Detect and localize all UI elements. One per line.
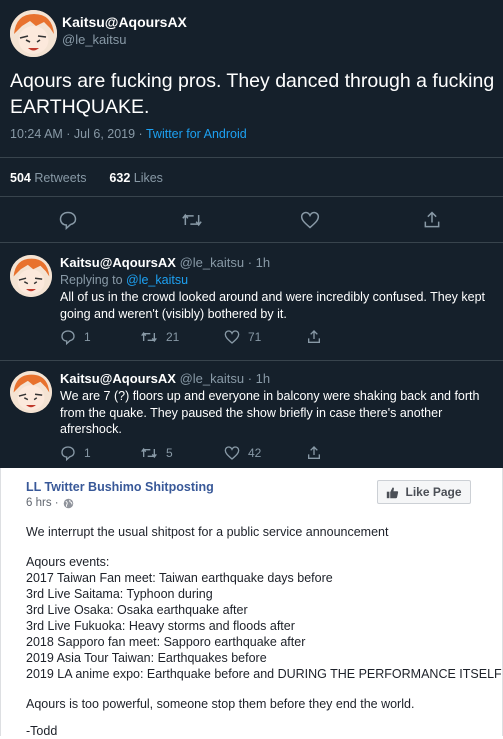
event-line: 3rd Live Osaka: Osaka earthquake after bbox=[26, 603, 248, 617]
reply-icon bbox=[61, 330, 75, 345]
retweets-stat[interactable]: 504 Retweets bbox=[10, 171, 86, 185]
share-button[interactable] bbox=[306, 329, 322, 345]
reply-display-name[interactable]: Kaitsu@AqoursAX bbox=[60, 255, 176, 270]
likes-count: 632 bbox=[109, 171, 131, 185]
replying-to-handle[interactable]: @le_kaitsu bbox=[126, 273, 188, 287]
reply-icon[interactable] bbox=[58, 210, 80, 232]
reply-button[interactable]: 1 bbox=[60, 329, 91, 345]
event-line: 2019 LA anime expo: Earthquake before an… bbox=[26, 667, 502, 681]
page-name-link[interactable]: LL Twitter Bushimo Shitposting bbox=[26, 480, 214, 494]
retweet-button[interactable]: 21 bbox=[140, 329, 179, 345]
retweet-icon[interactable] bbox=[181, 210, 203, 232]
reply-header: Kaitsu@AqoursAX @le_kaitsu · 1h bbox=[60, 371, 270, 386]
event-line: 3rd Live Saitama: Typhoon during bbox=[26, 587, 213, 601]
like-button[interactable]: 71 bbox=[224, 329, 261, 345]
post-timestamp: 6 hrs · bbox=[26, 497, 74, 509]
retweet-button[interactable]: 5 bbox=[140, 445, 173, 461]
main-tweet-avatar[interactable] bbox=[10, 10, 57, 57]
post-closing: Aqours is too powerful, someone stop the… bbox=[26, 697, 415, 711]
like-page-label: Like Page bbox=[405, 485, 462, 499]
retweet-count: 21 bbox=[166, 330, 180, 344]
reply-count: 1 bbox=[84, 330, 91, 344]
reply-tweet[interactable]: Kaitsu@AqoursAX @le_kaitsu · 1h Replying… bbox=[0, 243, 503, 360]
main-tweet-stats: 504 Retweets 632 Likes bbox=[10, 171, 163, 185]
reply-count: 1 bbox=[84, 446, 91, 460]
main-tweet-actions bbox=[0, 202, 503, 232]
reply-display-name[interactable]: Kaitsu@AqoursAX bbox=[60, 371, 176, 386]
like-page-button[interactable]: Like Page bbox=[377, 480, 471, 504]
main-tweet-handle[interactable]: @le_kaitsu bbox=[62, 32, 127, 47]
main-tweet-time: 10:24 AM · Jul 6, 2019 · bbox=[10, 127, 146, 141]
post-intro: We interrupt the usual shitpost for a pu… bbox=[26, 525, 389, 539]
reply-header: Kaitsu@AqoursAX @le_kaitsu · 1h bbox=[60, 255, 270, 270]
event-line: 2018 Sapporo fan meet: Sapporo earthquak… bbox=[26, 635, 306, 649]
retweet-icon bbox=[141, 331, 157, 343]
retweet-count: 5 bbox=[166, 446, 173, 460]
replying-to-label: Replying to bbox=[60, 273, 127, 287]
event-line: 2019 Asia Tour Taiwan: Earthquakes befor… bbox=[26, 651, 267, 665]
reply-tweet[interactable]: Kaitsu@AqoursAX @le_kaitsu · 1h We are 7… bbox=[0, 361, 503, 468]
main-tweet-source-link[interactable]: Twitter for Android bbox=[146, 127, 247, 141]
reply-text: All of us in the crowd looked around and… bbox=[60, 290, 486, 321]
like-count: 71 bbox=[248, 330, 262, 344]
like-button[interactable]: 42 bbox=[224, 445, 261, 461]
likes-stat[interactable]: 632 Likes bbox=[109, 171, 163, 185]
like-icon[interactable] bbox=[300, 210, 322, 232]
reply-avatar[interactable] bbox=[10, 255, 52, 297]
twitter-thread: Kaitsu@AqoursAX @le_kaitsu Aqours are fu… bbox=[0, 0, 503, 468]
share-icon bbox=[308, 446, 320, 459]
likes-label: Likes bbox=[130, 171, 163, 185]
post-signature: -Todd bbox=[26, 724, 58, 738]
share-button[interactable] bbox=[306, 445, 322, 461]
main-tweet-timestamp: 10:24 AM · Jul 6, 2019 · Twitter for And… bbox=[10, 127, 247, 141]
main-tweet-text: Aqours are fucking pros. They danced thr… bbox=[10, 70, 495, 118]
retweets-count: 504 bbox=[10, 171, 31, 185]
event-line: 3rd Live Fukuoka: Heavy storms and flood… bbox=[26, 619, 295, 633]
main-tweet-display-name[interactable]: Kaitsu@AqoursAX bbox=[62, 14, 187, 30]
globe-icon bbox=[63, 498, 73, 508]
like-icon bbox=[224, 330, 240, 344]
retweet-icon bbox=[141, 447, 157, 459]
reply-button[interactable]: 1 bbox=[60, 445, 91, 461]
event-line: 2017 Taiwan Fan meet: Taiwan earthquake … bbox=[26, 571, 333, 585]
divider bbox=[0, 157, 503, 158]
reply-handle-time[interactable]: @le_kaitsu · 1h bbox=[180, 371, 271, 386]
divider bbox=[0, 196, 503, 197]
facebook-post: LL Twitter Bushimo Shitposting 6 hrs · L… bbox=[0, 468, 503, 738]
replying-to: Replying to @le_kaitsu bbox=[60, 272, 490, 289]
reply-handle-time[interactable]: @le_kaitsu · 1h bbox=[180, 255, 271, 270]
reply-icon bbox=[61, 446, 75, 461]
thumbs-up-icon bbox=[387, 487, 399, 498]
events-heading: Aqours events: bbox=[26, 555, 110, 569]
share-icon[interactable] bbox=[422, 210, 444, 232]
like-icon bbox=[224, 446, 240, 460]
retweets-label: Retweets bbox=[30, 171, 87, 185]
post-time[interactable]: 6 hrs · bbox=[26, 497, 59, 509]
like-count: 42 bbox=[248, 446, 262, 460]
share-icon bbox=[308, 330, 320, 343]
reply-avatar[interactable] bbox=[10, 371, 52, 413]
reply-text: We are 7 (?) floors up and everyone in b… bbox=[60, 389, 480, 436]
